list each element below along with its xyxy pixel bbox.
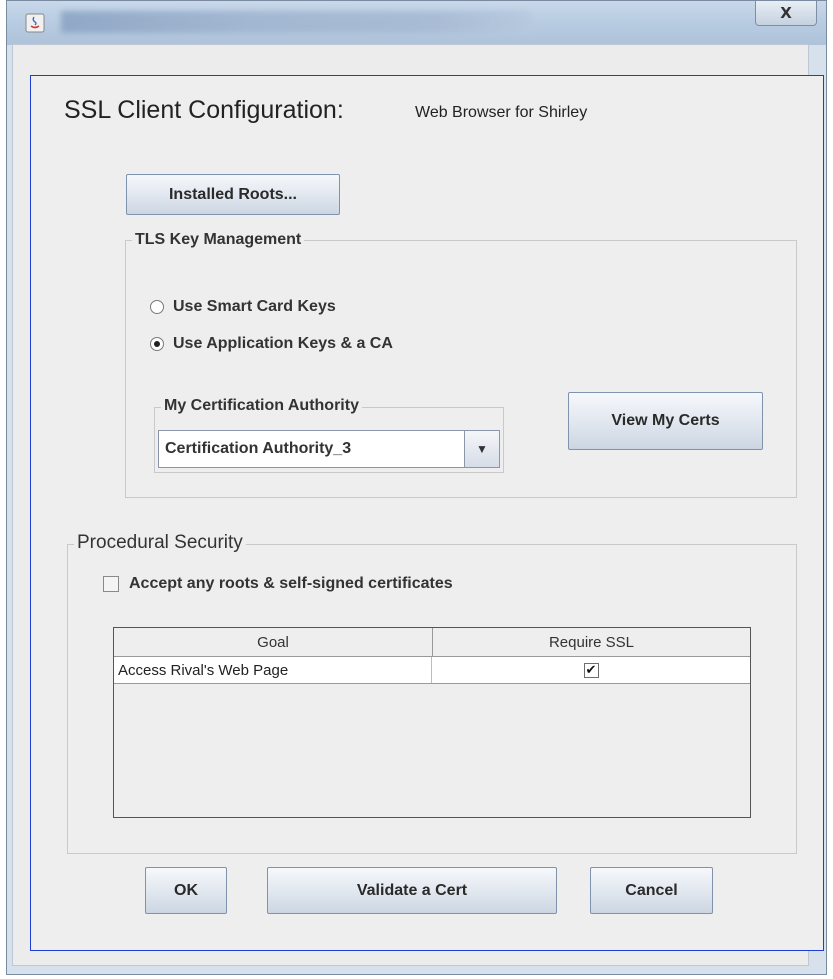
accept-roots-checkbox[interactable] <box>103 576 119 592</box>
procedural-security-legend: Procedural Security <box>74 532 246 554</box>
certification-authority-dropdown[interactable]: Certification Authority_3 ▼ <box>158 430 500 468</box>
radio-smart-card-keys[interactable]: Use Smart Card Keys <box>150 298 336 316</box>
java-app-icon <box>25 13 45 33</box>
cell-goal[interactable]: Access Rival's Web Page <box>114 657 432 683</box>
cell-require-ssl[interactable]: ✔ <box>432 657 750 683</box>
radio-label-application-keys: Use Application Keys & a CA <box>173 335 393 352</box>
installed-roots-button[interactable]: Installed Roots... <box>126 174 340 215</box>
column-header-goal[interactable]: Goal <box>114 628 433 656</box>
validate-cert-button[interactable]: Validate a Cert <box>267 867 557 914</box>
close-icon: X <box>780 4 792 22</box>
radio-button-unselected[interactable] <box>150 300 164 314</box>
certification-authority-legend: My Certification Authority <box>161 397 362 415</box>
radio-application-keys[interactable]: Use Application Keys & a CA <box>150 335 393 353</box>
radio-label-smart-card-keys: Use Smart Card Keys <box>173 298 336 315</box>
require-ssl-checkbox[interactable]: ✔ <box>583 662 599 678</box>
window-title-obscured <box>61 11 531 33</box>
cancel-button[interactable]: Cancel <box>590 867 713 914</box>
tls-key-management-legend: TLS Key Management <box>132 231 305 249</box>
dialog-subheading: Web Browser for Shirley <box>415 104 588 121</box>
accept-roots-label: Accept any roots & self-signed certifica… <box>129 575 453 592</box>
close-button[interactable]: X <box>755 1 817 26</box>
title-bar[interactable]: X <box>7 1 826 45</box>
column-header-require-ssl[interactable]: Require SSL <box>433 628 750 656</box>
dialog-heading: SSL Client Configuration: <box>64 96 344 124</box>
goals-table: Goal Require SSL Access Rival's Web Page… <box>113 627 751 818</box>
dropdown-selected-value: Certification Authority_3 <box>165 440 352 457</box>
table-header: Goal Require SSL <box>114 628 750 657</box>
chevron-down-icon[interactable]: ▼ <box>464 431 499 467</box>
ok-button[interactable]: OK <box>145 867 227 914</box>
radio-button-selected[interactable] <box>150 337 164 351</box>
table-row[interactable]: Access Rival's Web Page ✔ <box>114 657 750 684</box>
view-my-certs-button[interactable]: View My Certs <box>568 392 763 450</box>
accept-roots-checkbox-row[interactable]: Accept any roots & self-signed certifica… <box>103 575 453 593</box>
